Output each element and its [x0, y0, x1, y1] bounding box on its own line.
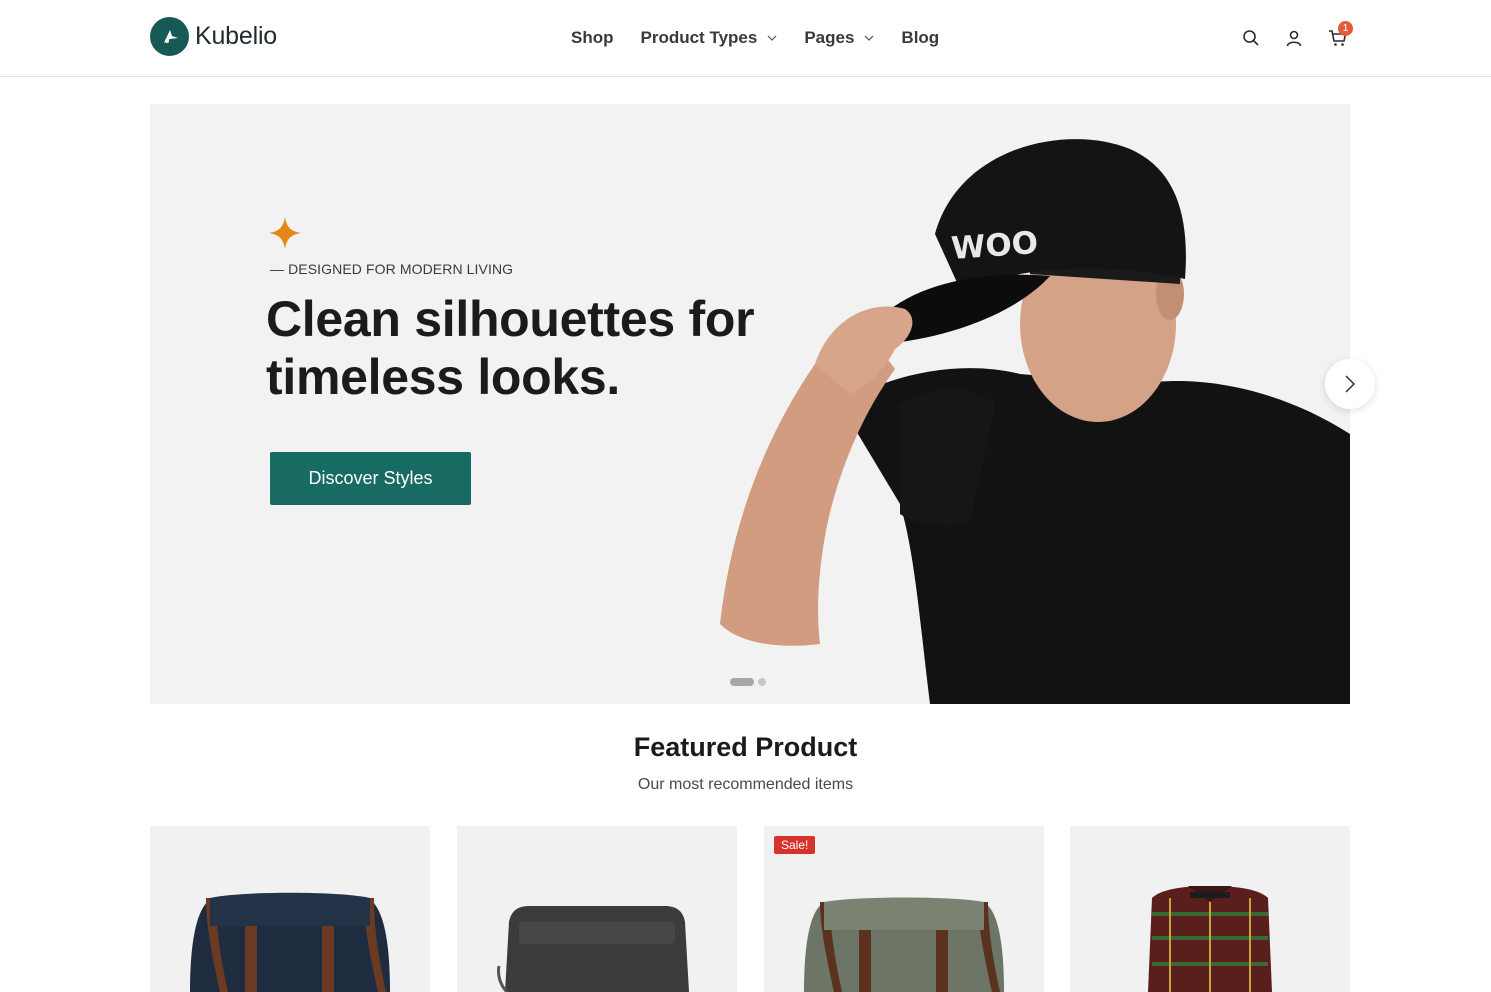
cap-logo-text: WOO: [950, 225, 1039, 267]
brand-name: Kubelio: [195, 22, 277, 50]
nav-item-product-types[interactable]: Product Types: [641, 27, 778, 49]
search-icon[interactable]: [1240, 27, 1262, 49]
slider-pagination: [730, 678, 770, 686]
sparkle-icon: [269, 217, 301, 249]
chevron-down-icon: [864, 35, 874, 41]
product-image: [1148, 886, 1272, 992]
nav-item-label: Product Types: [640, 28, 758, 47]
product-card[interactable]: Sale!: [764, 826, 1044, 992]
nav-item-shop[interactable]: Shop: [571, 27, 614, 49]
sale-badge: Sale!: [774, 836, 816, 854]
product-card[interactable]: [150, 826, 430, 992]
chevron-down-icon: [767, 35, 777, 41]
nav-item-blog[interactable]: Blog: [901, 27, 939, 49]
account-icon[interactable]: [1283, 27, 1305, 49]
product-image: [190, 892, 390, 992]
logo-icon: [150, 17, 189, 56]
nav-item-label: Shop: [571, 28, 614, 47]
hero-slider: — DESIGNED FOR MODERN LIVING Clean silho…: [150, 104, 1350, 704]
hero-model-image: WOO: [720, 139, 1350, 704]
brand-logo[interactable]: Kubelio: [150, 17, 277, 56]
discover-styles-button[interactable]: Discover Styles: [270, 452, 471, 505]
slider-next-button[interactable]: [1325, 359, 1375, 409]
hero-title: Clean silhouettes for timeless looks.: [266, 291, 755, 405]
cart-count-badge: 1: [1338, 21, 1353, 36]
header-actions: 1: [1240, 21, 1353, 49]
product-image: [497, 906, 689, 992]
slide-dot-active[interactable]: [730, 678, 754, 686]
nav-item-label: Pages: [804, 28, 855, 47]
cart-icon[interactable]: 1: [1326, 21, 1353, 49]
featured-section-subtitle: Our most recommended items: [637, 776, 854, 793]
nav-item-label: Blog: [901, 28, 940, 47]
featured-section-title: Featured Product: [633, 732, 858, 762]
hero-eyebrow: — DESIGNED FOR MODERN LIVING: [270, 261, 514, 277]
product-card[interactable]: [1070, 826, 1350, 992]
site-header: Kubelio Shop Product Types Pages Blog 1: [0, 0, 1491, 77]
slide-dot[interactable]: [758, 678, 766, 686]
product-card[interactable]: [457, 826, 737, 992]
nav-item-pages[interactable]: Pages: [804, 27, 874, 49]
main-nav: Shop Product Types Pages Blog: [571, 27, 966, 49]
chevron-right-icon: [1345, 375, 1356, 393]
